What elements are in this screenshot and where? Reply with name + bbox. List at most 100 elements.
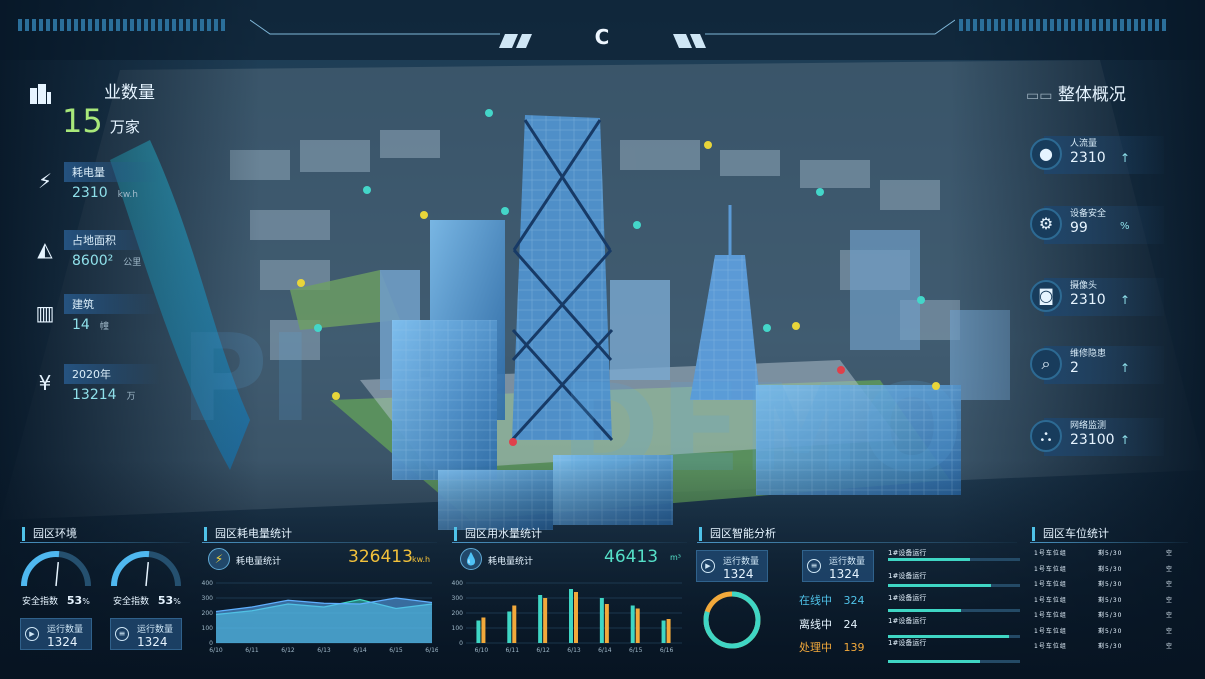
overview-item: ⚙ 设备安全 99%	[1030, 206, 1170, 246]
person-icon: ●	[1030, 138, 1062, 170]
y-tick-label: 0	[209, 640, 213, 647]
processing-value: 139	[843, 641, 865, 654]
overview-title: ▭▭ 整体概况	[1026, 80, 1126, 105]
env-chip-2-label: 运行数量	[137, 625, 174, 635]
x-tick-label: 6/13	[567, 647, 581, 654]
yen-icon: ¥	[38, 371, 52, 395]
smart-chip-1-value: 1324	[723, 567, 754, 581]
device-label: 1#设备运行	[888, 594, 927, 602]
water-stat-unit: m³	[670, 553, 681, 562]
bar	[666, 619, 671, 643]
parking-status: 空	[1166, 565, 1174, 573]
title-text: C	[594, 25, 612, 49]
gauge-needle	[145, 562, 150, 587]
parking-group: 1号车位组	[1034, 627, 1067, 635]
gauge-2-label: 安全指数	[113, 597, 150, 607]
item-label: 设备安全	[1070, 209, 1107, 219]
gauge-needle	[55, 562, 60, 587]
item-label: 网络监测	[1070, 421, 1107, 431]
y-tick-label: 400	[452, 580, 464, 587]
bar	[512, 605, 517, 643]
gauge-1-readout: 安全指数 53%	[22, 594, 90, 607]
header-right-decor	[959, 16, 1191, 36]
x-tick-label: 6/14	[598, 647, 612, 654]
env-chip-1-label: 运行数量	[47, 625, 84, 635]
device-label: 1#设备运行	[888, 549, 927, 557]
x-tick-label: 6/16	[660, 647, 674, 654]
power-stat-unit: kw.h	[412, 555, 431, 564]
water-stat-label: 耗电量统计	[488, 557, 534, 567]
overview-item: ◙ 摄像头 2310 ↑	[1030, 278, 1170, 318]
offline-value: 24	[843, 618, 858, 631]
parking-status: 空	[1166, 627, 1174, 635]
power-panel-title: 园区耗电量统计	[204, 527, 292, 541]
camera-icon: ◙	[1030, 280, 1062, 312]
y-tick-label: 100	[452, 625, 464, 632]
parking-remaining: 剩5/30	[1098, 596, 1123, 604]
stat-readout: 13214 万	[72, 384, 136, 403]
item-value: 23100	[1070, 432, 1115, 448]
x-tick-label: 6/15	[389, 647, 403, 654]
water-chart: 0 100 200 300 400 6/10 6/11 6/12 6/13 6/14 6/15 6/1…	[452, 580, 682, 654]
tick-strip	[18, 19, 250, 31]
online-label: 在线中	[799, 594, 832, 607]
lightning-icon: ⚡	[37, 169, 53, 193]
divider	[20, 542, 190, 543]
device-label: 1#设备运行	[888, 639, 927, 647]
water-drop-icon: 💧	[460, 548, 482, 570]
bar	[574, 592, 578, 643]
parking-group: 1号车位组	[1034, 643, 1067, 650]
processing-row: 处理中 139	[799, 639, 865, 655]
building-stack-icon	[28, 82, 58, 108]
bar	[604, 604, 609, 643]
smart-chip-2: ≡ 运行数量 1324	[802, 550, 874, 582]
gauge-2-readout: 安全指数 53%	[113, 594, 181, 607]
bar	[599, 598, 604, 643]
stat-value: 2310	[72, 185, 108, 201]
trend-up-icon: ↑	[1120, 361, 1131, 375]
stat-value: 8600²	[72, 253, 114, 269]
stat-readout: 2310 kw.h	[72, 182, 138, 201]
water-stat-value: 46413	[604, 547, 659, 567]
area-series	[216, 598, 432, 643]
env-chip-2-value: 1324	[137, 635, 168, 649]
gauge-fill	[111, 551, 150, 587]
y-tick-label: 100	[202, 625, 214, 632]
y-tick-label: 0	[459, 640, 463, 647]
layers-icon: ≡	[115, 627, 129, 641]
smart-chip-2-value: 1324	[829, 567, 860, 581]
company-value: 15	[62, 102, 103, 140]
stat-label: 建筑	[64, 294, 160, 314]
stat-unit: 万	[126, 392, 136, 402]
trend-up-icon: ↑	[1120, 151, 1131, 165]
item-value: 2310	[1070, 150, 1106, 166]
item-label: 摄像头	[1070, 281, 1098, 291]
trend-up-icon: ↑	[1120, 293, 1131, 307]
x-tick-label: 6/12	[536, 647, 550, 654]
smart-chip-1-label: 运行数量	[723, 557, 760, 567]
company-title: 业数量	[104, 83, 155, 103]
power-stat-value: 326413	[348, 547, 413, 567]
y-tick-label: 200	[202, 610, 214, 617]
parking-group: 1号车位组	[1034, 550, 1067, 557]
gauge-1-unit: %	[82, 597, 90, 606]
item-value: 2310	[1070, 292, 1106, 308]
bar	[630, 605, 635, 643]
company-unit: 万家	[109, 118, 140, 136]
x-tick-label: 6/10	[475, 647, 489, 654]
overview-title-prefix: ▭▭	[1026, 88, 1053, 104]
smart-chip-2-label: 运行数量	[829, 557, 866, 567]
device-fill	[888, 609, 961, 612]
x-tick-label: 6/15	[629, 647, 643, 654]
device-track	[888, 660, 1020, 663]
item-value: 99	[1070, 220, 1088, 236]
stat-unit: 幢	[99, 322, 109, 332]
overview-item: ⌕ 维修隐患 2 ↑	[1030, 346, 1170, 386]
device-track	[888, 558, 1020, 561]
search-icon: ⌕	[1030, 348, 1062, 380]
power-chart: 0 100 200 300 400 6/10 6/11 6/12 6/13 6/14 6/15 6/1…	[202, 580, 438, 654]
parking-remaining: 剩5/30	[1098, 581, 1123, 588]
gauge-fill	[21, 551, 60, 587]
lightning-icon: ⚡	[208, 548, 230, 570]
company-count: 15 万家	[62, 102, 140, 140]
